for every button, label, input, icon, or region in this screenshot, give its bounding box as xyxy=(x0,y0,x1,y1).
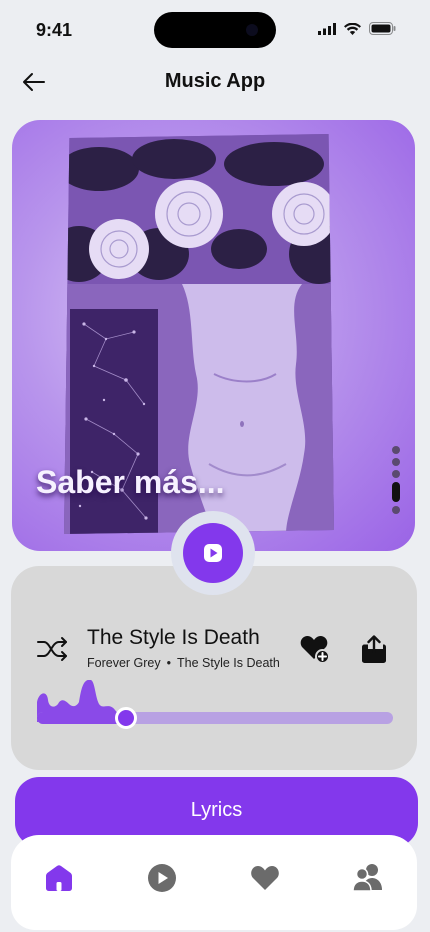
status-bar: 9:41 xyxy=(0,0,430,60)
play-circle-icon[interactable] xyxy=(145,861,179,895)
battery-icon xyxy=(369,22,396,35)
progress-thumb[interactable] xyxy=(115,707,137,729)
play-icon xyxy=(204,544,222,562)
carousel-indicator xyxy=(392,446,400,514)
camera-dot xyxy=(246,24,258,36)
status-time: 9:41 xyxy=(36,20,73,40)
users-icon[interactable] xyxy=(351,861,385,895)
tab-bar xyxy=(11,835,417,930)
play-button-ring xyxy=(171,511,255,595)
carousel-dot[interactable] xyxy=(392,458,400,466)
saber-mas-label[interactable]: Saber más... xyxy=(36,464,225,501)
share-icon[interactable] xyxy=(357,632,391,666)
song-title: The Style Is Death xyxy=(87,626,260,649)
artist-name[interactable]: Forever Grey xyxy=(87,656,161,670)
shuffle-icon[interactable] xyxy=(35,632,69,666)
signal-icon xyxy=(318,22,336,35)
player-card: The Style Is Death Forever Grey • The Styl… xyxy=(11,566,417,770)
play-button[interactable] xyxy=(183,523,243,583)
dynamic-island xyxy=(154,12,276,48)
home-icon[interactable] xyxy=(42,861,76,895)
wifi-icon xyxy=(344,22,361,35)
progress-bar[interactable] xyxy=(37,707,393,729)
app-header: Music App xyxy=(0,60,430,104)
heart-add-icon[interactable] xyxy=(299,632,331,664)
carousel-dot[interactable] xyxy=(392,446,400,454)
album-name[interactable]: The Style Is Death xyxy=(177,656,280,670)
carousel-dot-active[interactable] xyxy=(392,482,400,502)
page-title: Music App xyxy=(164,70,266,92)
meta-separator: • xyxy=(166,656,172,670)
song-meta: Forever Grey • The Style Is Death xyxy=(87,656,280,670)
status-icons xyxy=(318,22,396,35)
album-artwork[interactable]: Saber más... xyxy=(12,120,415,551)
carousel-dot[interactable] xyxy=(392,506,400,514)
heart-icon[interactable] xyxy=(248,861,282,895)
progress-fill xyxy=(37,712,126,724)
carousel-dot[interactable] xyxy=(392,470,400,478)
